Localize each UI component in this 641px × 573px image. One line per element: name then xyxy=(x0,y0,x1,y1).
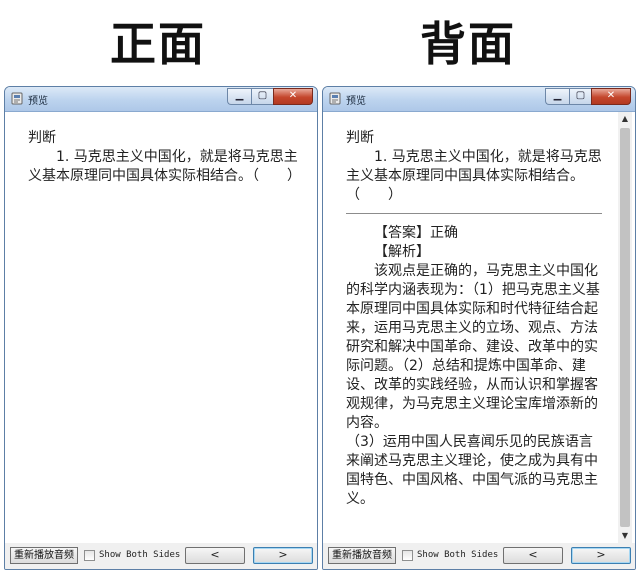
replay-audio-button[interactable]: 重新播放音频 xyxy=(328,547,396,564)
scroll-down-arrow-icon[interactable]: ▼ xyxy=(618,529,632,543)
back-preview-window: 预览 ▁ ▢ ✕ 判断 1. 马克思主义中国化，就是将马克思主义基本原理同中国具… xyxy=(322,86,636,570)
vertical-scrollbar[interactable]: ▲ ▼ xyxy=(618,112,632,543)
front-heading: 正面 xyxy=(110,17,206,71)
analysis-label: 【解析】 xyxy=(374,244,430,260)
window-controls: ▁ ▢ ✕ xyxy=(545,88,631,105)
card-front-content: 判断 1. 马克思主义中国化，就是将马克思主义基本原理同中国具体实际相结合。（ … xyxy=(6,112,316,543)
bottom-toolbar: 重新播放音频 Show Both Sides < > xyxy=(323,543,635,569)
analysis-paragraph-1: 该观点是正确的，马克思主义中国化的科学内涵表现为：（1）把马克思主义基本原理同中… xyxy=(346,263,600,431)
close-button[interactable]: ✕ xyxy=(591,88,631,105)
show-both-sides-label[interactable]: Show Both Sides xyxy=(99,550,180,561)
question-text: 1. 马克思主义中国化，就是将马克思主义基本原理同中国具体实际相结合。（ ） xyxy=(346,149,602,203)
maximize-button[interactable]: ▢ xyxy=(569,88,591,105)
bottom-toolbar: 重新播放音频 Show Both Sides < > xyxy=(5,543,317,569)
front-preview-window: 预览 ▁ ▢ ✕ 判断 1. 马克思主义中国化，就是将马克思主义基本原理同中国具… xyxy=(4,86,318,570)
answer-line: 【答案】正确 xyxy=(374,225,458,241)
close-button[interactable]: ✕ xyxy=(273,88,313,105)
replay-audio-button[interactable]: 重新播放音频 xyxy=(10,547,78,564)
maximize-button[interactable]: ▢ xyxy=(251,88,273,105)
app-icon xyxy=(329,92,341,105)
previous-button[interactable]: < xyxy=(185,547,245,564)
next-button[interactable]: > xyxy=(571,547,631,564)
window-title: 预览 xyxy=(28,96,48,107)
question-type: 判断 xyxy=(28,130,56,146)
back-heading: 背面 xyxy=(420,17,516,71)
show-both-sides-checkbox[interactable] xyxy=(84,550,95,561)
show-both-sides-checkbox[interactable] xyxy=(402,550,413,561)
window-controls: ▁ ▢ ✕ xyxy=(227,88,313,105)
scroll-thumb[interactable] xyxy=(620,128,630,527)
card-back-content: 判断 1. 马克思主义中国化，就是将马克思主义基本原理同中国具体实际相结合。（ … xyxy=(324,112,634,543)
minimize-button[interactable]: ▁ xyxy=(545,88,569,105)
question-type: 判断 xyxy=(346,130,374,146)
minimize-button[interactable]: ▁ xyxy=(227,88,251,105)
previous-button[interactable]: < xyxy=(503,547,563,564)
answer-divider xyxy=(346,213,602,214)
window-title: 预览 xyxy=(346,96,366,107)
title-bar[interactable]: 预览 ▁ ▢ ✕ xyxy=(5,87,317,112)
question-text: 1. 马克思主义中国化，就是将马克思主义基本原理同中国具体实际相结合。（ ） xyxy=(28,149,301,184)
app-icon xyxy=(11,92,23,105)
analysis-paragraph-2: （3）运用中国人民喜闻乐见的民族语言来阐述马克思主义理论，使之成为具有中国特色、… xyxy=(346,434,598,507)
show-both-sides-label[interactable]: Show Both Sides xyxy=(417,550,498,561)
scroll-up-arrow-icon[interactable]: ▲ xyxy=(618,112,632,126)
next-button[interactable]: > xyxy=(253,547,313,564)
title-bar[interactable]: 预览 ▁ ▢ ✕ xyxy=(323,87,635,112)
